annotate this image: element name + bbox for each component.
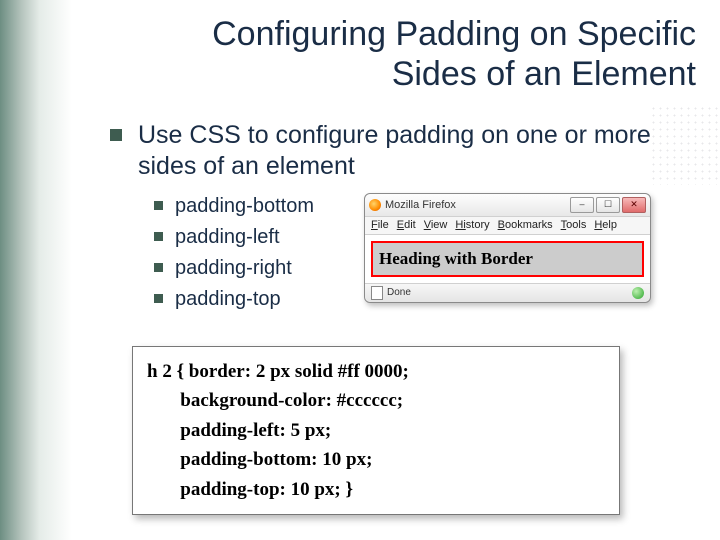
menu-view[interactable]: View: [424, 219, 448, 231]
close-button[interactable]: ✕: [622, 197, 646, 213]
menu-edit[interactable]: Edit: [397, 219, 416, 231]
slide: Configuring Padding on Specific Sides of…: [0, 0, 720, 540]
sub-bullet-text: padding-right: [175, 255, 292, 282]
sub-bullet: padding-top: [154, 286, 364, 313]
browser-window-screenshot: Mozilla Firefox – ☐ ✕ File Edit View His…: [364, 193, 651, 303]
sub-bullet: padding-right: [154, 255, 364, 282]
bullet-level1: Use CSS to configure padding on one or m…: [110, 120, 690, 183]
browser-content: Heading with Border: [365, 235, 650, 283]
sub-bullet-text: padding-top: [175, 286, 281, 313]
status-ok-icon: [632, 287, 644, 299]
sub-bullet-text: padding-left: [175, 224, 280, 251]
square-bullet-icon: [154, 294, 163, 303]
square-bullet-icon: [110, 129, 122, 141]
menu-help[interactable]: Help: [594, 219, 617, 231]
sub-bullet-text: padding-bottom: [175, 193, 314, 220]
browser-menubar: File Edit View History Bookmarks Tools H…: [365, 217, 650, 235]
sub-bullet: padding-bottom: [154, 193, 364, 220]
document-icon: [371, 286, 383, 300]
menu-bookmarks[interactable]: Bookmarks: [498, 219, 553, 231]
browser-statusbar: Done: [365, 283, 650, 302]
menu-file[interactable]: File: [371, 219, 389, 231]
code-example-box: h 2 { border: 2 px solid #ff 0000; backg…: [132, 346, 620, 515]
sub-bullets-row: padding-bottom padding-left padding-righ…: [110, 193, 690, 317]
maximize-button[interactable]: ☐: [596, 197, 620, 213]
bullet-text: Use CSS to configure padding on one or m…: [138, 120, 690, 183]
square-bullet-icon: [154, 232, 163, 241]
square-bullet-icon: [154, 201, 163, 210]
minimize-button[interactable]: –: [570, 197, 594, 213]
heading-with-border-demo: Heading with Border: [371, 241, 644, 277]
sub-bullet-list: padding-bottom padding-left padding-righ…: [154, 193, 364, 317]
sub-bullet: padding-left: [154, 224, 364, 251]
menu-history[interactable]: History: [455, 219, 489, 231]
slide-body: Use CSS to configure padding on one or m…: [110, 120, 690, 317]
browser-titlebar: Mozilla Firefox – ☐ ✕: [365, 194, 650, 217]
firefox-icon: [369, 199, 381, 211]
browser-title: Mozilla Firefox: [385, 199, 456, 211]
slide-title: Configuring Padding on Specific Sides of…: [200, 14, 696, 94]
menu-tools[interactable]: Tools: [561, 219, 587, 231]
square-bullet-icon: [154, 263, 163, 272]
status-text: Done: [387, 287, 411, 298]
